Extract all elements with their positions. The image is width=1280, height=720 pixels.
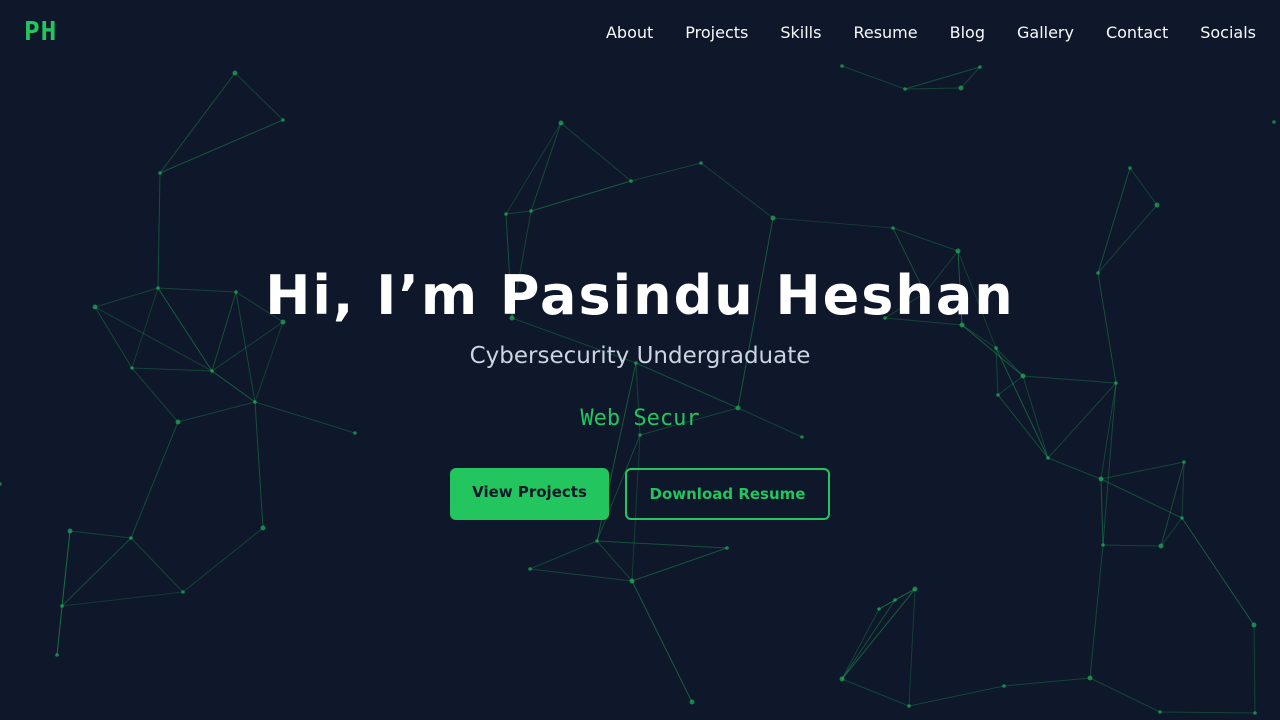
nav-link-socials[interactable]: Socials xyxy=(1200,23,1256,42)
nav-link-resume[interactable]: Resume xyxy=(853,23,917,42)
nav-link-projects[interactable]: Projects xyxy=(685,23,748,42)
hero-section: Hi, I’m Pasindu Heshan Cybersecurity Und… xyxy=(0,0,1280,720)
view-projects-button[interactable]: View Projects xyxy=(450,468,609,520)
site-logo[interactable]: PH xyxy=(24,15,57,49)
nav-link-blog[interactable]: Blog xyxy=(950,23,985,42)
hero-subtitle: Cybersecurity Undergraduate xyxy=(469,343,811,369)
download-resume-button[interactable]: Download Resume xyxy=(625,468,830,520)
nav-link-skills[interactable]: Skills xyxy=(780,23,821,42)
main-nav: About Projects Skills Resume Blog Galler… xyxy=(606,0,1256,64)
hero-title: Hi, I’m Pasindu Heshan xyxy=(265,264,1015,327)
typing-text: Web Secur xyxy=(580,406,700,431)
page: PH About Projects Skills Resume Blog Gal… xyxy=(0,0,1280,720)
site-header: PH About Projects Skills Resume Blog Gal… xyxy=(0,0,1280,64)
nav-link-gallery[interactable]: Gallery xyxy=(1017,23,1074,42)
nav-link-contact[interactable]: Contact xyxy=(1106,23,1168,42)
nav-link-about[interactable]: About xyxy=(606,23,653,42)
